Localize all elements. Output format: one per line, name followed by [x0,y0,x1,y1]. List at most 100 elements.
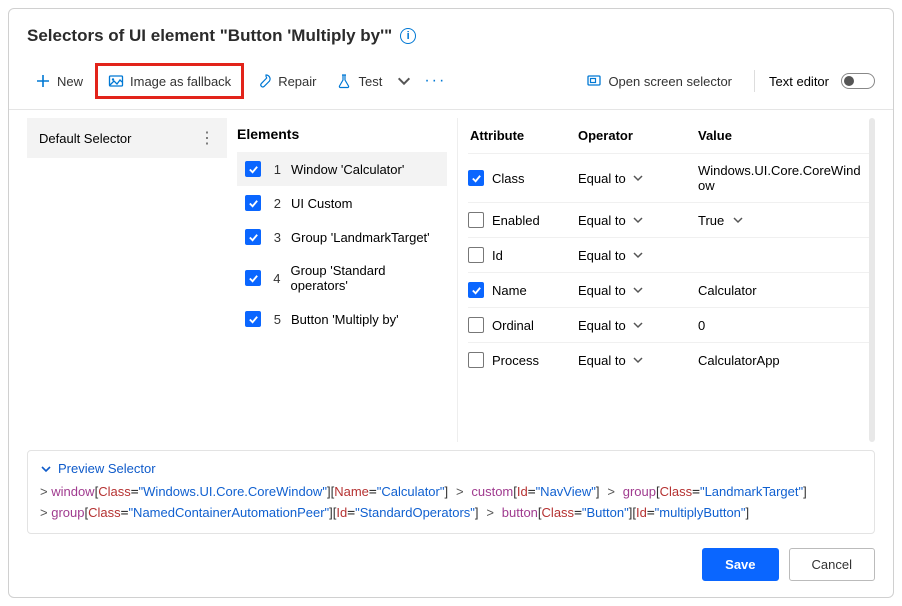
image-as-fallback-button[interactable]: Image as fallback [102,68,237,94]
screen-selector-icon [586,73,602,89]
element-index: 1 [271,162,281,177]
open-screen-selector-button[interactable]: Open screen selector [578,68,740,94]
flask-icon [336,73,352,89]
attribute-value[interactable]: True [698,213,875,228]
save-label: Save [725,557,755,572]
element-index: 5 [271,312,281,327]
selector-builder-dialog: Selectors of UI element "Button 'Multipl… [8,8,894,598]
element-index: 2 [271,196,281,211]
info-icon[interactable]: i [400,28,416,44]
attribute-row: Class Equal toWindows.UI.Core.CoreWindow [468,153,875,202]
chevron-down-icon [632,319,644,331]
wrench-icon [256,73,272,89]
checkbox-icon[interactable] [245,229,261,245]
operator-dropdown[interactable]: Equal to [578,171,698,186]
operator-dropdown[interactable]: Equal to [578,248,698,263]
preview-selector-panel: Preview Selector > window[Class="Windows… [27,450,875,534]
checkbox-icon[interactable] [245,311,261,327]
attributes-header: Attribute Operator Value [468,118,875,153]
close-icon[interactable] [863,21,875,51]
attribute-row: Enabled Equal toTrue [468,202,875,237]
scrollbar[interactable] [869,118,875,442]
toolbar-separator [754,70,755,92]
operator-dropdown[interactable]: Equal to [578,283,698,298]
vertical-more-icon[interactable]: ⋮ [199,128,215,148]
dialog-footer: Save Cancel [9,534,893,597]
element-label: UI Custom [291,196,352,211]
chevron-down-icon [632,249,644,261]
element-row[interactable]: 4Group 'Standard operators' [237,254,447,302]
test-label: Test [358,74,382,89]
plus-icon [35,73,51,89]
element-row[interactable]: 1Window 'Calculator' [237,152,447,186]
chevron-down-icon [632,172,644,184]
attribute-row: Ordinal Equal to0 [468,307,875,342]
checkbox-icon[interactable] [468,247,484,263]
attribute-name: Class [492,171,525,186]
operator-dropdown[interactable]: Equal to [578,318,698,333]
attribute-value[interactable]: Windows.UI.Core.CoreWindow [698,163,875,193]
checkbox-icon[interactable] [468,317,484,333]
attribute-name: Id [492,248,503,263]
preview-label: Preview Selector [58,461,156,476]
test-dropdown[interactable] [394,68,414,94]
checkbox-icon[interactable] [245,161,261,177]
elements-heading: Elements [237,118,447,152]
attribute-name: Enabled [492,213,540,228]
elements-column: Elements 1Window 'Calculator' 2 UI Custom 3… [237,118,447,442]
attribute-value[interactable]: Calculator [698,283,875,298]
chevron-down-icon [632,214,644,226]
attributes-panel: Attribute Operator Value ClassEqual toWi… [457,118,875,442]
attribute-name: Ordinal [492,318,534,333]
toolbar: New Image as fallback Repair Test ··· Op… [9,57,893,110]
checkbox-icon[interactable] [468,352,484,368]
operator-dropdown[interactable]: Equal to [578,353,698,368]
checkbox-icon[interactable] [468,212,484,228]
attribute-name: Name [492,283,527,298]
attribute-name: Process [492,353,539,368]
header-operator: Operator [578,128,698,143]
attribute-value[interactable]: CalculatorApp [698,353,875,368]
new-button[interactable]: New [27,68,91,94]
cancel-label: Cancel [812,557,852,572]
cancel-button[interactable]: Cancel [789,548,875,581]
checkbox-icon[interactable] [468,170,484,186]
more-icon[interactable]: ··· [418,68,452,94]
checkbox-icon[interactable] [245,195,261,211]
save-button[interactable]: Save [702,548,778,581]
dialog-title: Selectors of UI element "Button 'Multipl… [27,26,392,46]
element-label: Group 'LandmarkTarget' [291,230,430,245]
attribute-row: Id Equal to [468,237,875,272]
preview-selector-text: > window[Class="Windows.UI.Core.CoreWind… [40,482,862,523]
text-editor-label: Text editor [769,74,829,89]
image-fallback-highlight: Image as fallback [95,63,244,99]
operator-dropdown[interactable]: Equal to [578,213,698,228]
test-button[interactable]: Test [328,68,390,94]
chevron-down-icon [632,284,644,296]
element-index: 4 [271,271,281,286]
chevron-down-icon [632,354,644,366]
attribute-row: Process Equal toCalculatorApp [468,342,875,377]
chevron-down-icon [732,214,744,226]
checkbox-icon[interactable] [245,270,261,286]
header-attribute: Attribute [468,128,578,143]
image-fallback-label: Image as fallback [130,74,231,89]
sidebar-item-label: Default Selector [39,131,132,146]
element-row[interactable]: 2 UI Custom [237,186,447,220]
element-label: Button 'Multiply by' [291,312,399,327]
checkbox-icon[interactable] [468,282,484,298]
attribute-value[interactable]: 0 [698,318,875,333]
chevron-down-icon [396,73,412,89]
chevron-down-icon [40,463,52,475]
new-label: New [57,74,83,89]
attribute-row: Name Equal toCalculator [468,272,875,307]
titlebar: Selectors of UI element "Button 'Multipl… [9,9,893,57]
element-index: 3 [271,230,281,245]
open-screen-selector-label: Open screen selector [608,74,732,89]
sidebar-item-default-selector[interactable]: Default Selector ⋮ [27,118,227,158]
repair-button[interactable]: Repair [248,68,324,94]
element-row[interactable]: 3 Group 'LandmarkTarget' [237,220,447,254]
element-row[interactable]: 5 Button 'Multiply by' [237,302,447,336]
text-editor-toggle[interactable] [841,73,875,89]
preview-toggle[interactable]: Preview Selector [40,461,862,476]
